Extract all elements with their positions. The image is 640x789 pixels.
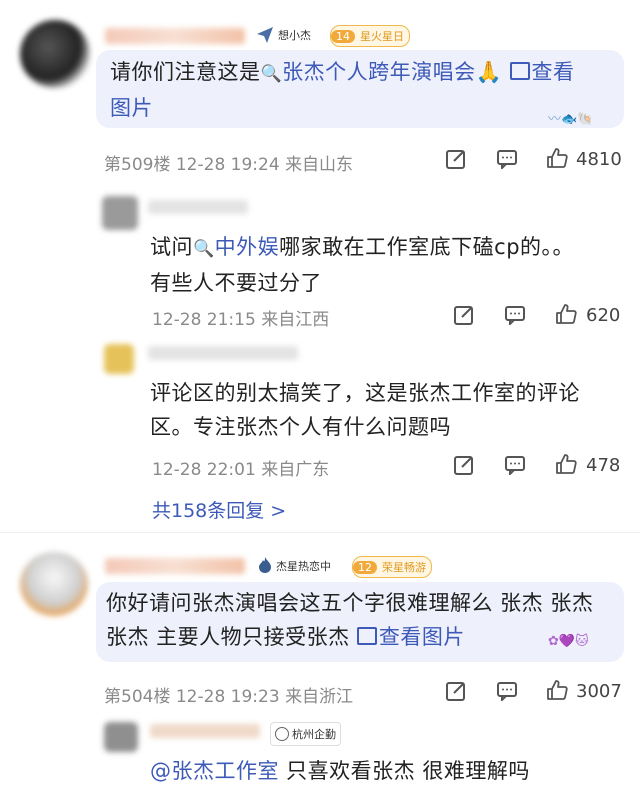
comment-icon[interactable] — [496, 681, 518, 701]
username[interactable] — [105, 558, 245, 574]
view-picture-link-cont[interactable]: 图片 — [110, 96, 153, 120]
flame-icon — [257, 556, 273, 574]
level-text: 荣星畅游 — [382, 561, 426, 574]
avatar[interactable] — [104, 722, 138, 752]
avatar[interactable] — [20, 20, 90, 88]
like-icon[interactable] — [554, 452, 578, 476]
username[interactable] — [150, 724, 260, 738]
share-icon[interactable] — [445, 148, 467, 170]
like-icon[interactable] — [554, 302, 578, 326]
comment-text: @张杰工作室 只喜欢看张杰 很难理解吗 — [150, 759, 530, 783]
level-badge: 14 星火星日 — [330, 25, 410, 47]
org-badge: 杭州企勤 — [270, 722, 341, 746]
share-icon[interactable] — [453, 454, 475, 476]
avatar[interactable] — [20, 552, 88, 616]
comment-icon[interactable] — [504, 305, 526, 325]
search-link[interactable]: 🔍张杰个人跨年演唱会 — [261, 60, 476, 84]
mention-link[interactable]: @张杰工作室 — [150, 759, 279, 783]
username[interactable] — [148, 346, 298, 360]
search-link[interactable]: 🔍中外娱 — [193, 235, 279, 259]
comment-text: 试问🔍中外娱哪家敢在工作室底下磕cp的。。 有些人不要过分了 — [150, 235, 575, 295]
username[interactable] — [148, 200, 248, 214]
share-icon[interactable] — [445, 680, 467, 702]
fan-badge: 杰星热恋中 — [276, 560, 331, 573]
view-picture-link[interactable]: 查看 — [509, 60, 575, 84]
divider — [0, 532, 640, 533]
search-icon: 🔍 — [260, 64, 283, 84]
sticker: 〰🐟🐚 — [548, 112, 594, 127]
avatar[interactable] — [104, 344, 134, 374]
comment-text: 请你们注意这是🔍张杰个人跨年演唱会🙏 查看 图片 — [110, 60, 575, 120]
share-icon[interactable] — [453, 304, 475, 326]
like-count: 3007 — [576, 681, 622, 702]
comment-icon[interactable] — [496, 149, 518, 169]
comment-meta: 第504楼 12-28 19:23 来自浙江 — [104, 687, 354, 707]
username[interactable] — [105, 28, 245, 44]
like-count: 4810 — [576, 149, 622, 170]
comment-meta: 第509楼 12-28 19:24 来自山东 — [104, 155, 354, 175]
more-replies-link[interactable]: 共158条回复 > — [152, 496, 286, 523]
comment-text: 评论区的别太搞笑了，这是张杰工作室的评论 区。专注张杰个人有什么问题吗 — [150, 381, 580, 439]
sticker: ✿💜🐱 — [548, 634, 589, 649]
search-icon: 🔍 — [193, 239, 215, 259]
level-number: 12 — [353, 560, 377, 574]
like-count: 620 — [586, 305, 621, 326]
like-icon[interactable] — [545, 146, 569, 170]
comment-icon[interactable] — [504, 455, 526, 475]
image-icon — [356, 627, 377, 645]
fan-badge: 想小杰 — [278, 29, 311, 42]
send-icon — [256, 26, 274, 44]
image-icon — [509, 62, 530, 80]
level-badge: 12 荣星畅游 — [352, 556, 432, 578]
org-icon — [275, 727, 289, 741]
like-icon[interactable] — [545, 678, 569, 702]
view-picture-link[interactable]: 查看图片 — [356, 625, 465, 649]
level-number: 14 — [331, 29, 355, 43]
comment-meta: 12-28 22:01 来自广东 — [152, 460, 330, 480]
comment-text: 你好请问张杰演唱会这五个字很难理解么 张杰 张杰 张杰 主要人物只接受张杰 查看… — [106, 591, 594, 649]
avatar[interactable] — [102, 196, 138, 230]
like-count: 478 — [586, 455, 621, 476]
comment-meta: 12-28 21:15 来自江西 — [152, 310, 330, 330]
level-text: 星火星日 — [360, 30, 404, 43]
